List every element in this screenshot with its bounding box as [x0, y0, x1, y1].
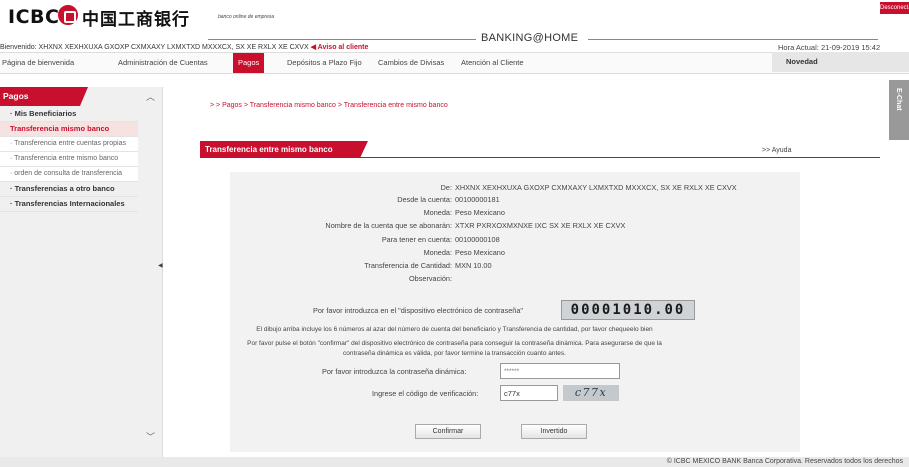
panel-divider	[200, 157, 880, 158]
verification-code-field[interactable]	[500, 385, 558, 401]
dynamic-password-label: Por favor introduzca la contraseña dinám…	[322, 367, 467, 376]
brand-chinese-name: 中国工商银行	[82, 10, 190, 30]
sidebar-item-label: Transferencia mismo banco	[10, 124, 110, 133]
nav-fixed-deposits[interactable]: Depósitos a Plazo Fijo	[287, 53, 362, 73]
token-prompt: Por favor introduzca en el "dispositivo …	[313, 306, 524, 315]
sidebar-item-same-bank-transfer[interactable]: · Transferencia entre mismo banco	[0, 152, 138, 167]
nav-payments[interactable]: Pagos	[233, 53, 265, 73]
brand-logo-text: ICBC	[8, 6, 60, 28]
scroll-down-icon[interactable]: ﹀	[146, 430, 155, 443]
panel-title: Transferencia entre mismo banco	[200, 141, 368, 158]
current-time: Hora Actual: 21-09-2019 15:42	[778, 43, 881, 52]
breadcrumb: > > Pagos > Transferencia mismo banco > …	[210, 102, 448, 109]
field-value: XHXNX XEXHXUXA GXOXP CXMXAXY LXMXTXD MXX…	[455, 183, 737, 192]
sidebar-item-beneficiaries[interactable]: · Mis Beneficiarios	[0, 107, 138, 122]
field-value: Peso Mexicano	[455, 248, 505, 257]
brand-subtitle: banco online de empresa	[218, 14, 275, 20]
echat-label: E-Chat	[895, 88, 902, 111]
sidebar-item-label: Transferencia entre mismo banco	[14, 155, 119, 162]
instruction-note-2: Por favor pulse el botón "confirmar" del…	[247, 340, 662, 347]
echat-tab[interactable]: E-Chat	[889, 80, 909, 140]
collapse-sidebar-icon[interactable]: ◀	[158, 262, 163, 269]
header-divider-left	[208, 39, 476, 40]
copyright-text: © ICBC MEXICO BANK Banca Corporativa. Re…	[666, 458, 903, 465]
icbc-logo-icon	[58, 5, 78, 25]
field-value: Peso Mexicano	[455, 208, 505, 217]
sidebar-item-label: Mis Beneficiarios	[14, 109, 77, 118]
confirm-button[interactable]: Confirmar	[415, 424, 481, 439]
field-value: XTXR PXRXOXMXNXE IXC SX XE RXLX XE CXVX	[455, 221, 626, 230]
captcha-image[interactable]: c77x	[563, 385, 619, 401]
help-link[interactable]: >> Ayuda	[762, 147, 791, 154]
field-label: Observación:	[409, 274, 452, 283]
field-label: De:	[440, 183, 452, 192]
sidebar-item-other-bank[interactable]: · Transferencias a otro banco	[0, 182, 138, 197]
field-label: Para tener en cuenta:	[381, 235, 452, 244]
field-label: Moneda:	[423, 248, 452, 257]
sidebar-item-label: orden de consulta de transferencia	[14, 170, 123, 177]
welcome-message: Bienvenido: XHXNX XEXHXUXA GXOXP CXMXAXY…	[0, 43, 368, 51]
customer-notice-label: Aviso al cliente	[317, 44, 369, 51]
scroll-up-icon[interactable]: ︿	[146, 90, 155, 103]
field-value: 00100000108	[455, 235, 500, 244]
sidebar-title: Pagos	[0, 87, 88, 106]
invert-button[interactable]: Invertido	[521, 424, 587, 439]
news-tab[interactable]: Novedad	[772, 52, 909, 72]
disconnect-button[interactable]: Desconecta	[880, 2, 909, 14]
sidebar-item-label: Transferencias Internacionales	[14, 199, 125, 208]
field-label: Transferencia de Cantidad:	[364, 261, 452, 270]
instruction-note-1: El dibujo arriba incluye los 6 números a…	[256, 326, 653, 333]
field-label: Moneda:	[423, 208, 452, 217]
field-value: MXN 10.00	[455, 261, 492, 270]
nav-customer-service[interactable]: Atención al Cliente	[461, 53, 524, 73]
token-image: 00001010.00	[561, 300, 695, 320]
nav-accounts[interactable]: Administración de Cuentas	[118, 53, 208, 73]
sidebar-item-transfer-query[interactable]: · orden de consulta de transferencia	[0, 167, 138, 182]
sidebar-item-label: Transferencias a otro banco	[14, 184, 115, 193]
header-divider-right	[588, 39, 878, 40]
sidebar-item-international[interactable]: · Transferencias Internacionales	[0, 197, 138, 212]
verification-code-label: Ingrese el código de verificación:	[372, 389, 479, 398]
nav-currency-exchange[interactable]: Cambios de Divisas	[378, 53, 444, 73]
sidebar-menu: · Mis Beneficiarios Transferencia mismo …	[0, 107, 138, 212]
customer-notice-link[interactable]: ◀ Aviso al cliente	[311, 44, 369, 51]
app-title: BANKING@HOME	[481, 32, 579, 44]
instruction-note-3: contraseña dinámica es válida, por favor…	[343, 350, 566, 357]
sidebar-item-label: Transferencia entre cuentas propias	[14, 140, 126, 147]
field-label: Desde la cuenta:	[397, 195, 452, 204]
nav-welcome[interactable]: Página de bienvenida	[2, 53, 74, 73]
field-label: Nombre de la cuenta que se abonarán:	[325, 221, 452, 230]
sidebar-item-same-bank[interactable]: Transferencia mismo banco	[0, 122, 138, 137]
sidebar-item-own-accounts[interactable]: · Transferencia entre cuentas propias	[0, 137, 138, 152]
field-value: 00100000181	[455, 195, 500, 204]
welcome-text: Bienvenido: XHXNX XEXHXUXA GXOXP CXMXAXY…	[0, 44, 309, 51]
dynamic-password-field[interactable]	[500, 363, 620, 379]
